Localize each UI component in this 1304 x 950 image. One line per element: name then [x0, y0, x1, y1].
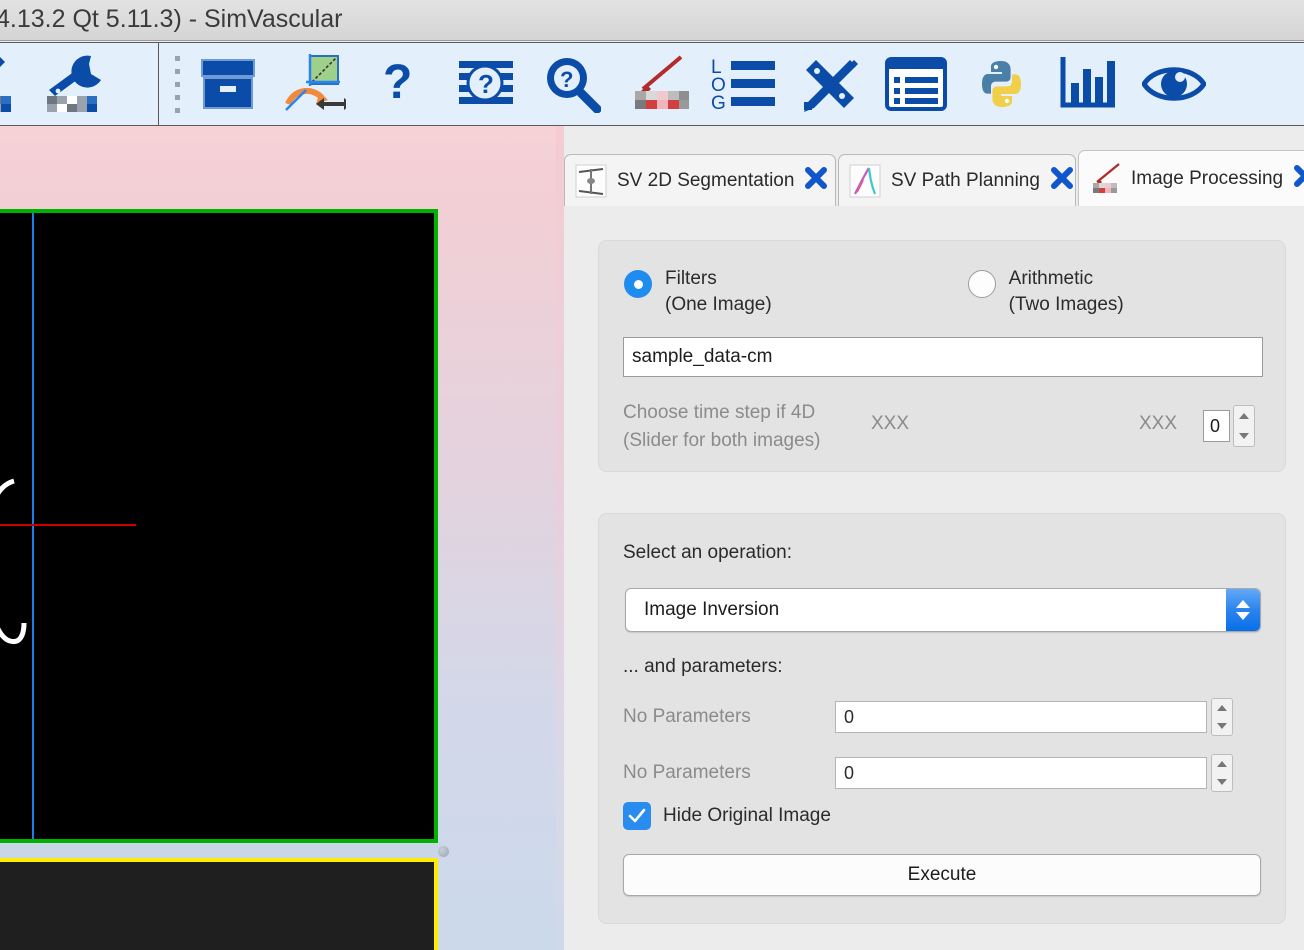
select-operation-label: Select an operation: [623, 542, 793, 563]
log-list-icon[interactable]: L O G [701, 43, 787, 125]
question-mark-icon[interactable]: ? [357, 43, 443, 125]
tab-label: SV Path Planning [891, 169, 1040, 191]
vessel-contour [0, 478, 27, 645]
path-planning-icon [849, 164, 881, 198]
time-step-hint-line2: (Slider for both images) [623, 430, 821, 451]
check-icon [628, 808, 646, 823]
context-help-icon[interactable]: ? [443, 43, 529, 125]
toolbar-drag-handle[interactable] [169, 43, 185, 125]
tab-sv-path-planning[interactable]: SV Path Planning [838, 154, 1076, 206]
parameter-2-input[interactable]: 0 [835, 757, 1207, 789]
view-splitter[interactable] [0, 843, 442, 858]
svg-text:?: ? [383, 56, 412, 109]
hide-original-image-checkbox[interactable] [623, 802, 651, 830]
properties-list-icon[interactable] [873, 43, 959, 125]
box-icon[interactable] [185, 43, 271, 125]
render-view-axial[interactable] [0, 209, 438, 843]
radio-filters[interactable]: Filters (One Image) [624, 266, 772, 318]
close-icon[interactable] [804, 166, 828, 195]
hide-original-image-label: Hide Original Image [663, 805, 831, 826]
eye-icon[interactable] [1131, 43, 1217, 125]
red-pen-image-icon[interactable] [615, 43, 701, 125]
python-icon[interactable] [959, 43, 1045, 125]
toolbar-left [0, 42, 160, 126]
chevron-down-icon[interactable] [1217, 723, 1227, 729]
parameter-1-input[interactable]: 0 [835, 701, 1207, 733]
slider-max-label: XXX [1139, 413, 1178, 434]
pencil-data-icon[interactable] [0, 43, 34, 125]
parameters-label: ... and parameters: [623, 656, 783, 677]
chevron-up-icon[interactable] [1239, 413, 1249, 419]
segmentation-icon [575, 164, 607, 198]
window-title: 4.13.2 Qt 5.11.3) - SimVascular [0, 5, 343, 33]
close-icon[interactable] [1293, 164, 1304, 193]
radio-filters-label-line1: Filters [665, 268, 717, 289]
close-icon[interactable] [1050, 166, 1074, 195]
svg-text:?: ? [560, 67, 573, 92]
svg-text:?: ? [478, 69, 494, 99]
tab-label: SV 2D Segmentation [617, 169, 795, 191]
ruler-pencil-icon[interactable] [787, 43, 873, 125]
measurement-axes-icon[interactable] [271, 43, 357, 125]
radio-filters-indicator[interactable] [624, 270, 652, 298]
search-help-icon[interactable]: ? [529, 43, 615, 125]
time-step-hint: Choose time step if 4D (Slider for both … [623, 399, 820, 455]
operation-select-value: Image Inversion [644, 599, 780, 620]
hide-original-image-row[interactable]: Hide Original Image [623, 802, 831, 830]
toolbar-main: ? ? ? L O G [158, 42, 1304, 126]
tab-sv-2d-segmentation[interactable]: SV 2D Segmentation [564, 154, 836, 206]
svg-text:G: G [711, 93, 726, 113]
radio-arithmetic-indicator[interactable] [967, 270, 996, 298]
wrench-data-icon[interactable] [34, 43, 120, 125]
render-view-lower[interactable] [0, 858, 438, 950]
tab-label: Image Processing [1131, 167, 1284, 189]
chevron-down-icon[interactable] [1217, 779, 1227, 785]
parameter-2-label: No Parameters [623, 762, 751, 783]
operation-group: Select an operation: Image Inversion ...… [598, 513, 1286, 924]
simvascular-window: 4.13.2 Qt 5.11.3) - SimVascular ? ? ? L … [0, 0, 1304, 950]
chevron-up-icon[interactable] [1217, 705, 1227, 711]
slider-min-label: XXX [871, 413, 910, 434]
image-processing-icon [1089, 162, 1121, 196]
time-step-hint-line1: Choose time step if 4D [623, 402, 816, 423]
chevron-down-icon[interactable] [1239, 433, 1249, 439]
view-resize-handle[interactable] [438, 846, 449, 857]
image-source-group: Filters (One Image) Arithmetic (Two Imag… [598, 240, 1286, 472]
time-step-stepper[interactable]: 0 [1203, 405, 1255, 447]
chevron-updown-icon[interactable] [1226, 589, 1260, 631]
radio-arithmetic-label-line1: Arithmetic [1008, 268, 1094, 289]
parameter-row-1: No Parameters 0 [623, 698, 1233, 736]
operation-select[interactable]: Image Inversion [625, 588, 1261, 632]
source-mode-radio-group: Filters (One Image) Arithmetic (Two Imag… [624, 266, 1124, 318]
radio-arithmetic-label-line2: (Two Images) [1008, 294, 1124, 315]
time-step-value[interactable]: 0 [1203, 410, 1230, 442]
parameter-2-spin-buttons[interactable] [1211, 754, 1233, 792]
radio-filters-label-line2: (One Image) [665, 294, 772, 315]
bar-chart-icon[interactable] [1045, 43, 1131, 125]
radio-arithmetic[interactable]: Arithmetic (Two Images) [967, 266, 1124, 318]
time-step-spin-buttons[interactable] [1233, 405, 1255, 447]
parameter-row-2: No Parameters 0 [623, 754, 1233, 792]
parameter-1-spin-buttons[interactable] [1211, 698, 1233, 736]
image-name-input[interactable]: sample_data-cm [623, 337, 1263, 377]
title-bar: 4.13.2 Qt 5.11.3) - SimVascular [0, 0, 1304, 41]
execute-button[interactable]: Execute [623, 854, 1261, 896]
workspace-splitter[interactable] [556, 126, 564, 950]
chevron-up-icon[interactable] [1217, 761, 1227, 767]
tab-bar: SV 2D Segmentation SV Path Planning Imag… [564, 150, 1304, 206]
tab-image-processing[interactable]: Image Processing [1078, 150, 1304, 206]
parameter-1-label: No Parameters [623, 706, 751, 727]
